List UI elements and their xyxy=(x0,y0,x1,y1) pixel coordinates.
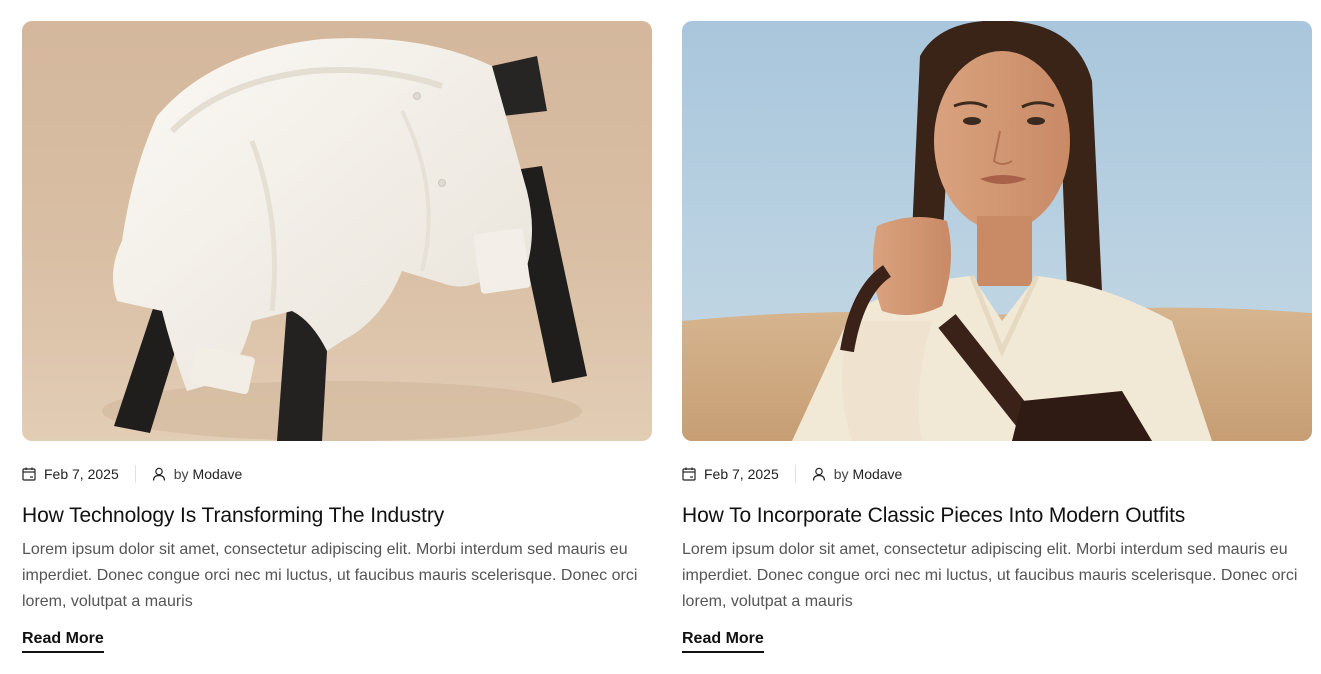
post-title-link[interactable]: How To Incorporate Classic Pieces Into M… xyxy=(682,502,1312,530)
post-date: Feb 7, 2025 xyxy=(22,466,119,482)
blog-card: Feb 7, 2025 by Modave How To Incorporate… xyxy=(682,21,1312,653)
post-meta: Feb 7, 2025 by Modave xyxy=(22,461,652,487)
author-name-link[interactable]: Modave xyxy=(853,466,903,482)
meta-divider xyxy=(134,465,136,483)
meta-divider xyxy=(794,465,796,483)
user-icon xyxy=(152,467,165,481)
post-image xyxy=(22,21,652,441)
author-by-label: by xyxy=(833,466,849,482)
read-more-link[interactable]: Read More xyxy=(682,629,764,653)
blog-card: Feb 7, 2025 by Modave How Technology Is … xyxy=(22,21,652,653)
post-meta: Feb 7, 2025 by Modave xyxy=(682,461,1312,487)
post-image-link[interactable] xyxy=(682,21,1312,441)
post-author: by Modave xyxy=(152,466,243,482)
post-date: Feb 7, 2025 xyxy=(682,466,779,482)
post-image xyxy=(682,21,1312,441)
calendar-icon xyxy=(682,467,696,481)
blog-grid: Feb 7, 2025 by Modave How Technology Is … xyxy=(22,21,1312,653)
post-image-link[interactable] xyxy=(22,21,652,441)
author-by-label: by xyxy=(173,466,189,482)
author-name-link[interactable]: Modave xyxy=(193,466,243,482)
user-icon xyxy=(812,467,825,481)
post-excerpt: Lorem ipsum dolor sit amet, consectetur … xyxy=(682,541,1298,610)
post-date-text: Feb 7, 2025 xyxy=(704,466,779,482)
post-excerpt: Lorem ipsum dolor sit amet, consectetur … xyxy=(22,541,638,610)
read-more-link[interactable]: Read More xyxy=(22,629,104,653)
calendar-icon xyxy=(22,467,36,481)
post-date-text: Feb 7, 2025 xyxy=(44,466,119,482)
post-author: by Modave xyxy=(812,466,903,482)
post-title-link[interactable]: How Technology Is Transforming The Indus… xyxy=(22,502,652,530)
